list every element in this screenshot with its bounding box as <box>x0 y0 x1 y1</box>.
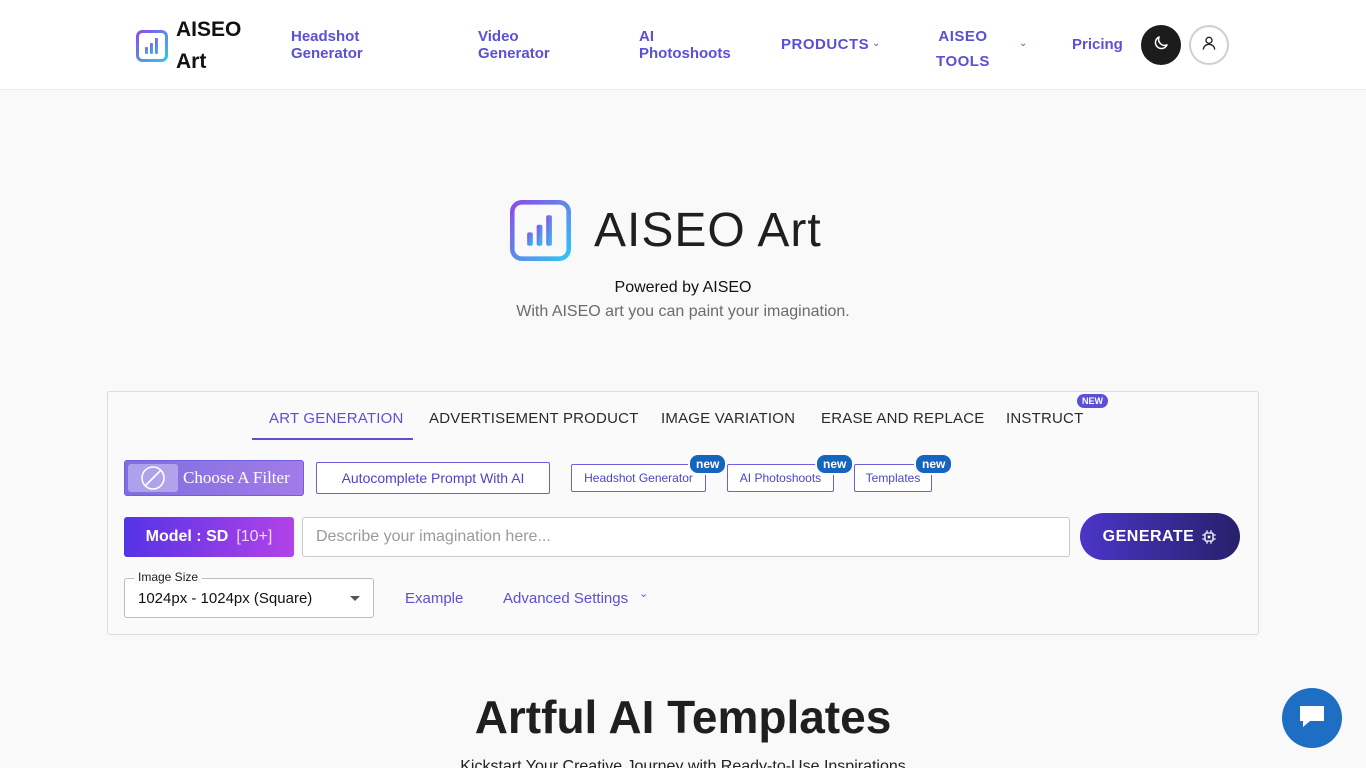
photoshoots-new-badge: new <box>815 453 855 475</box>
nav-products[interactable]: PRODUCTS <box>781 36 869 53</box>
example-link[interactable]: Example <box>405 590 463 607</box>
aiseo-logo-icon <box>136 30 168 62</box>
top-navbar: AISEO Art Headshot Generator Video Gener… <box>0 0 1366 90</box>
image-size-select[interactable]: Image Size 1024px - 1024px (Square) <box>124 570 374 618</box>
templates-section-subtitle: Kickstart Your Creative Journey with Rea… <box>460 758 906 768</box>
autocomplete-prompt-button[interactable]: Autocomplete Prompt With AI <box>316 462 550 494</box>
user-icon <box>1201 35 1217 56</box>
instruct-new-badge: NEW <box>1077 394 1108 408</box>
powered-by-text: Powered by AISEO <box>614 279 752 296</box>
products-chevron-down-icon[interactable]: ⌄ <box>872 38 880 49</box>
templates-new-badge: new <box>914 453 954 475</box>
model-label: Model : SD <box>145 528 229 545</box>
image-size-value: 1024px - 1024px (Square) <box>138 590 313 607</box>
advanced-chevron-down-icon[interactable]: ⌄ <box>639 587 648 600</box>
nav-headshot-generator[interactable]: Headshot Generator <box>291 28 381 62</box>
nav-video-generator[interactable]: Video Generator <box>478 28 558 62</box>
model-select-button[interactable]: Model : SD [10+] <box>124 517 294 557</box>
chat-widget-button[interactable] <box>1282 688 1342 748</box>
prompt-input[interactable] <box>302 517 1070 557</box>
hero-logo-icon <box>510 200 572 262</box>
chip-icon <box>1201 529 1217 545</box>
brand-name: AISEO Art <box>176 18 242 73</box>
tools-chevron-down-icon[interactable]: ⌄ <box>1019 38 1027 49</box>
templates-section-title: Artful AI Templates <box>474 691 892 743</box>
nav-pricing[interactable]: Pricing <box>1072 36 1123 53</box>
generation-panel: ART GENERATION ADVERTISEMENT PRODUCT IMA… <box>107 391 1259 635</box>
tab-advertisement-product[interactable]: ADVERTISEMENT PRODUCT <box>429 410 639 427</box>
moon-icon <box>1152 34 1170 57</box>
no-filter-icon <box>128 464 178 492</box>
account-button[interactable] <box>1189 25 1229 65</box>
generate-button[interactable]: GENERATE <box>1080 513 1240 560</box>
tab-image-variation[interactable]: IMAGE VARIATION <box>661 410 795 427</box>
tab-instruct[interactable]: INSTRUCT <box>1006 410 1083 427</box>
active-tab-indicator <box>252 438 413 440</box>
headshot-new-badge: new <box>688 453 728 475</box>
page-title: AISEO Art <box>594 204 822 257</box>
dropdown-arrow-icon <box>350 596 360 601</box>
tagline: With AISEO art you can paint your imagin… <box>516 303 850 320</box>
image-size-legend: Image Size <box>134 570 203 584</box>
nav-aiseo-tools[interactable]: AISEO TOOLS <box>932 24 994 74</box>
tab-erase-and-replace[interactable]: ERASE AND REPLACE <box>821 410 984 427</box>
chat-bubble-icon <box>1297 702 1327 735</box>
tab-art-generation[interactable]: ART GENERATION <box>269 410 404 427</box>
advanced-settings-toggle[interactable]: Advanced Settings <box>503 590 628 607</box>
nav-ai-photoshoots[interactable]: AI Photoshoots <box>639 28 739 62</box>
model-count: [10+] <box>236 528 273 545</box>
choose-filter-label: Choose A Filter <box>183 468 290 487</box>
generate-label: GENERATE <box>1102 527 1195 545</box>
brand[interactable]: AISEO Art <box>136 14 246 78</box>
theme-toggle-button[interactable] <box>1141 25 1181 65</box>
headshot-generator-link[interactable]: Headshot Generator <box>571 464 706 492</box>
choose-filter-button[interactable]: Choose A Filter <box>124 460 304 496</box>
